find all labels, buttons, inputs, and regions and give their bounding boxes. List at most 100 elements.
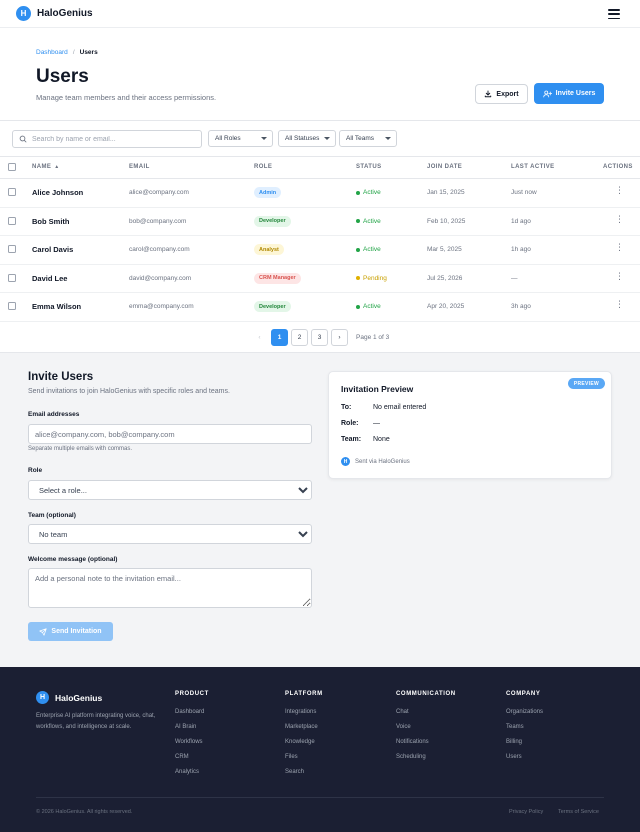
role-select[interactable]: Select a role... bbox=[28, 480, 312, 500]
row-checkbox[interactable] bbox=[8, 273, 16, 282]
footer-column-platform: PLATFORM Integrations Marketplace Knowle… bbox=[285, 691, 323, 784]
status-label: Active bbox=[363, 303, 381, 310]
user-name: Emma Wilson bbox=[32, 302, 82, 311]
status-indicator: Active bbox=[356, 246, 381, 253]
row-checkbox[interactable] bbox=[8, 302, 16, 310]
breadcrumb-current: Users bbox=[79, 49, 98, 56]
table-row[interactable]: Alice Johnson alice@company.com Admin Ac… bbox=[0, 179, 640, 208]
emails-label: Email addresses bbox=[28, 411, 80, 418]
user-email: david@company.com bbox=[129, 274, 192, 282]
next-page-button[interactable]: › bbox=[331, 329, 348, 346]
footer-link[interactable]: Analytics bbox=[175, 769, 209, 775]
join-date: Jul 25, 2026 bbox=[427, 274, 463, 282]
join-date: Jan 15, 2025 bbox=[427, 189, 465, 196]
page-button-2[interactable]: 2 bbox=[291, 329, 308, 346]
user-name: Carol Davis bbox=[32, 245, 74, 254]
more-vertical-icon[interactable]: ⋮ bbox=[615, 214, 624, 224]
status-dot-icon bbox=[356, 247, 360, 252]
table-row[interactable]: Bob Smith bob@company.com Developer Acti… bbox=[0, 208, 640, 236]
footer-link[interactable]: Dashboard bbox=[175, 709, 209, 715]
user-email: bob@company.com bbox=[129, 217, 187, 225]
join-date: Feb 10, 2025 bbox=[427, 217, 466, 225]
roles-filter[interactable]: All Roles bbox=[208, 130, 273, 147]
emails-input[interactable] bbox=[28, 424, 312, 444]
footer-link[interactable]: Marketplace bbox=[285, 724, 323, 730]
page-button-3[interactable]: 3 bbox=[311, 329, 328, 346]
footer-link[interactable]: Scheduling bbox=[396, 754, 456, 760]
role-badge: Analyst bbox=[254, 244, 284, 255]
statuses-filter-value: All Statuses bbox=[285, 135, 320, 142]
emails-helper-text: Separate multiple emails with commas. bbox=[28, 446, 133, 452]
table-row[interactable]: David Lee david@company.com CRM Manager … bbox=[0, 265, 640, 293]
status-label: Active bbox=[363, 217, 381, 225]
user-name: Alice Johnson bbox=[32, 188, 84, 197]
page-info: Page 1 of 3 bbox=[356, 334, 390, 341]
footer-column-product: PRODUCT Dashboard AI Brain Workflows CRM… bbox=[175, 691, 209, 784]
breadcrumb-dashboard[interactable]: Dashboard bbox=[36, 49, 68, 56]
breadcrumb: Dashboard / Users bbox=[36, 49, 98, 56]
footer-column-title: COMPANY bbox=[506, 691, 541, 697]
more-vertical-icon[interactable]: ⋮ bbox=[615, 271, 624, 281]
preview-title: Invitation Preview bbox=[341, 384, 414, 394]
footer-link[interactable]: AI Brain bbox=[175, 724, 209, 730]
footer-link[interactable]: CRM bbox=[175, 754, 209, 760]
message-textarea[interactable] bbox=[28, 568, 312, 608]
more-vertical-icon[interactable]: ⋮ bbox=[615, 300, 624, 309]
row-checkbox[interactable] bbox=[8, 188, 16, 196]
footer-link[interactable]: Users bbox=[506, 754, 543, 760]
table-row[interactable]: Carol Davis carol@company.com Analyst Ac… bbox=[0, 236, 640, 265]
footer-link[interactable]: Notifications bbox=[396, 739, 456, 745]
column-header-name[interactable]: NAME ▲ bbox=[32, 164, 60, 170]
row-checkbox[interactable] bbox=[8, 216, 16, 225]
status-indicator: Active bbox=[356, 189, 381, 196]
users-table-card: All Roles All Statuses All Teams NAME▲ E… bbox=[0, 120, 640, 353]
status-indicator: Pending bbox=[356, 275, 387, 282]
footer-link[interactable]: Voice bbox=[396, 724, 456, 730]
brand[interactable]: H HaloGenius bbox=[16, 6, 93, 21]
table-row[interactable]: Emma Wilson emma@company.com Developer A… bbox=[0, 293, 640, 322]
footer-link[interactable]: Knowledge bbox=[285, 739, 323, 745]
statuses-filter[interactable]: All Statuses bbox=[278, 130, 336, 147]
search-input[interactable] bbox=[32, 135, 192, 143]
teams-filter[interactable]: All Teams bbox=[339, 130, 397, 147]
send-invitation-button[interactable]: Send Invitation bbox=[28, 622, 113, 641]
prev-page-button[interactable]: ‹ bbox=[251, 329, 268, 346]
footer-link[interactable]: Workflows bbox=[175, 739, 209, 745]
invite-users-button[interactable]: Invite Users bbox=[534, 83, 604, 104]
page-button-1[interactable]: 1 bbox=[271, 329, 288, 346]
menu-icon[interactable] bbox=[608, 9, 620, 19]
footer-link[interactable]: Integrations bbox=[285, 709, 323, 715]
more-vertical-icon[interactable]: ⋮ bbox=[615, 243, 624, 252]
footer-column-title: PLATFORM bbox=[285, 691, 323, 697]
export-button[interactable]: Export bbox=[475, 84, 528, 104]
privacy-policy-link[interactable]: Privacy Policy bbox=[509, 809, 543, 815]
role-badge: Admin bbox=[254, 187, 282, 198]
preview-role-value: — bbox=[373, 420, 380, 427]
footer-link[interactable]: Organizations bbox=[506, 709, 543, 715]
role-badge: Developer bbox=[254, 301, 291, 312]
status-dot-icon bbox=[356, 304, 360, 309]
status-indicator: Active bbox=[356, 218, 381, 225]
terms-of-service-link[interactable]: Terms of Service bbox=[558, 809, 599, 815]
footer-link[interactable]: Teams bbox=[506, 724, 543, 730]
footer-link[interactable]: Chat bbox=[396, 709, 456, 715]
row-checkbox[interactable] bbox=[8, 245, 16, 253]
footer-link[interactable]: Billing bbox=[506, 739, 543, 745]
last-active: 1h ago bbox=[511, 246, 531, 253]
page-header: Dashboard / Users Users Manage team memb… bbox=[0, 28, 640, 120]
select-all-checkbox[interactable] bbox=[8, 163, 16, 171]
invite-section-subtitle: Send invitations to join HaloGenius with… bbox=[28, 388, 230, 395]
footer-link[interactable]: Search bbox=[285, 769, 323, 775]
status-label: Active bbox=[363, 246, 381, 253]
logo-icon: H bbox=[16, 6, 31, 21]
column-header-last-active: LAST ACTIVE bbox=[511, 164, 555, 170]
footer-link[interactable]: Files bbox=[285, 754, 323, 760]
breadcrumb-separator: / bbox=[72, 49, 75, 56]
status-dot-icon bbox=[356, 190, 360, 195]
preview-team-label: Team: bbox=[341, 436, 362, 443]
more-vertical-icon[interactable]: ⋮ bbox=[615, 186, 624, 195]
team-select[interactable]: No team bbox=[28, 524, 312, 544]
footer-brand[interactable]: H HaloGenius bbox=[36, 691, 102, 704]
logo-icon: H bbox=[341, 457, 350, 466]
site-footer: H HaloGenius Enterprise AI platform inte… bbox=[0, 667, 640, 832]
